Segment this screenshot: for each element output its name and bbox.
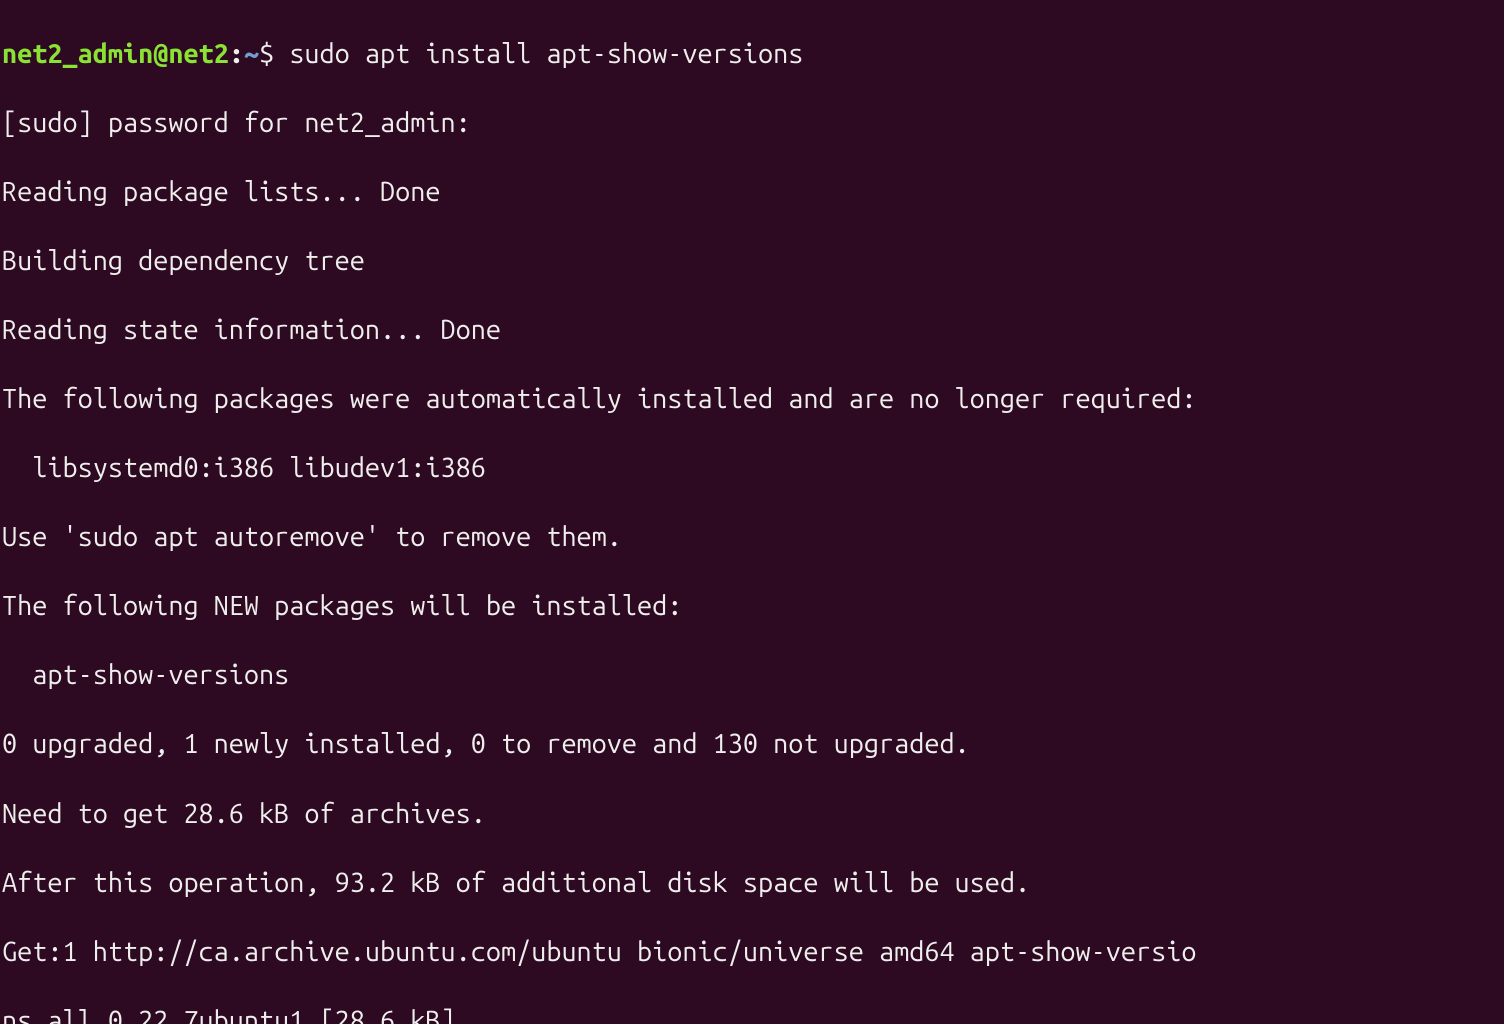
prompt-user: net2_admin (2, 39, 153, 69)
prompt-line-1: net2_admin@net2:~$ sudo apt install apt-… (2, 37, 1502, 72)
output-line: Reading package lists... Done (2, 175, 1502, 210)
output-line: After this operation, 93.2 kB of additio… (2, 866, 1502, 901)
output-line: Reading state information... Done (2, 313, 1502, 348)
terminal[interactable]: net2_admin@net2:~$ sudo apt install apt-… (0, 0, 1504, 1024)
output-line: Building dependency tree (2, 244, 1502, 279)
output-line: ns all 0.22.7ubuntu1 [28.6 kB] (2, 1004, 1502, 1024)
output-line: Need to get 28.6 kB of archives. (2, 797, 1502, 832)
prompt-colon: : (229, 39, 244, 69)
prompt-dollar: $ (259, 39, 289, 69)
prompt-at: @ (153, 39, 168, 69)
output-line: The following NEW packages will be insta… (2, 589, 1502, 624)
output-line: Get:1 http://ca.archive.ubuntu.com/ubunt… (2, 935, 1502, 970)
prompt-path: ~ (244, 39, 259, 69)
output-line: libsystemd0:i386 libudev1:i386 (2, 451, 1502, 486)
output-line: [sudo] password for net2_admin: (2, 106, 1502, 141)
output-line: 0 upgraded, 1 newly installed, 0 to remo… (2, 727, 1502, 762)
prompt-host: net2 (168, 39, 228, 69)
output-line: apt-show-versions (2, 658, 1502, 693)
output-line: Use 'sudo apt autoremove' to remove them… (2, 520, 1502, 555)
output-line: The following packages were automaticall… (2, 382, 1502, 417)
command-1: sudo apt install apt-show-versions (289, 39, 803, 69)
